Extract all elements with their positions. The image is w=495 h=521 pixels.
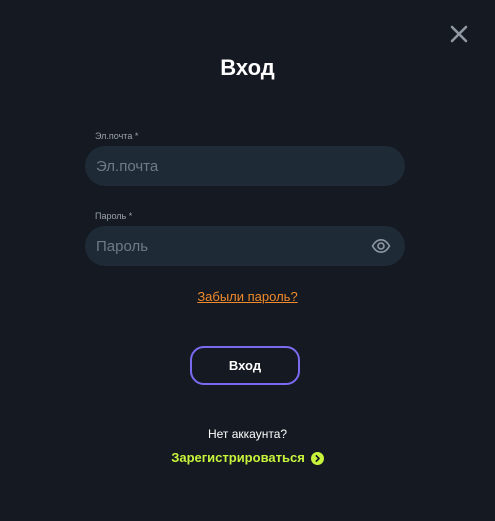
forgot-password-row: Забыли пароль? bbox=[0, 289, 495, 305]
password-label: Пароль * bbox=[95, 211, 133, 221]
eye-icon bbox=[371, 238, 391, 260]
modal-title: Вход bbox=[220, 55, 275, 80]
password-field[interactable] bbox=[85, 226, 405, 266]
password-field-wrapper bbox=[85, 226, 405, 266]
register-link[interactable]: Зарегистрироваться bbox=[0, 450, 495, 466]
login-button[interactable]: Вход bbox=[190, 346, 300, 385]
email-label: Эл.почта * bbox=[95, 131, 139, 141]
no-account-text: Нет аккаунта? bbox=[207, 427, 288, 441]
close-button[interactable] bbox=[448, 23, 470, 45]
login-modal: Вход Эл.почта * Пароль * Забыли пароль? … bbox=[0, 0, 495, 521]
chevron-right-circle-icon bbox=[310, 451, 324, 465]
email-field-wrapper bbox=[85, 146, 405, 186]
show-password-toggle[interactable] bbox=[371, 236, 391, 256]
register-label: Зарегистрироваться bbox=[171, 450, 305, 465]
close-icon bbox=[448, 23, 470, 45]
email-field[interactable] bbox=[85, 146, 405, 186]
forgot-password-link[interactable]: Забыли пароль? bbox=[197, 289, 297, 304]
